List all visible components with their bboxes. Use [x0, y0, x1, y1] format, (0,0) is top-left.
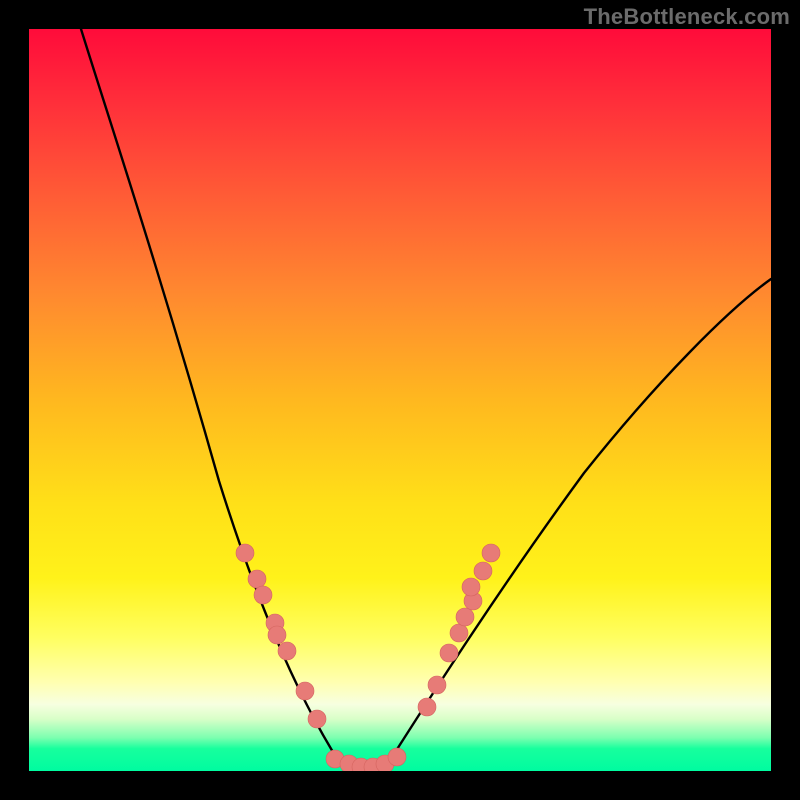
curve-markers	[236, 544, 500, 771]
bottleneck-curve	[81, 29, 771, 771]
outer-frame: TheBottleneck.com	[0, 0, 800, 800]
watermark-text: TheBottleneck.com	[584, 4, 790, 30]
chart-svg	[29, 29, 771, 771]
